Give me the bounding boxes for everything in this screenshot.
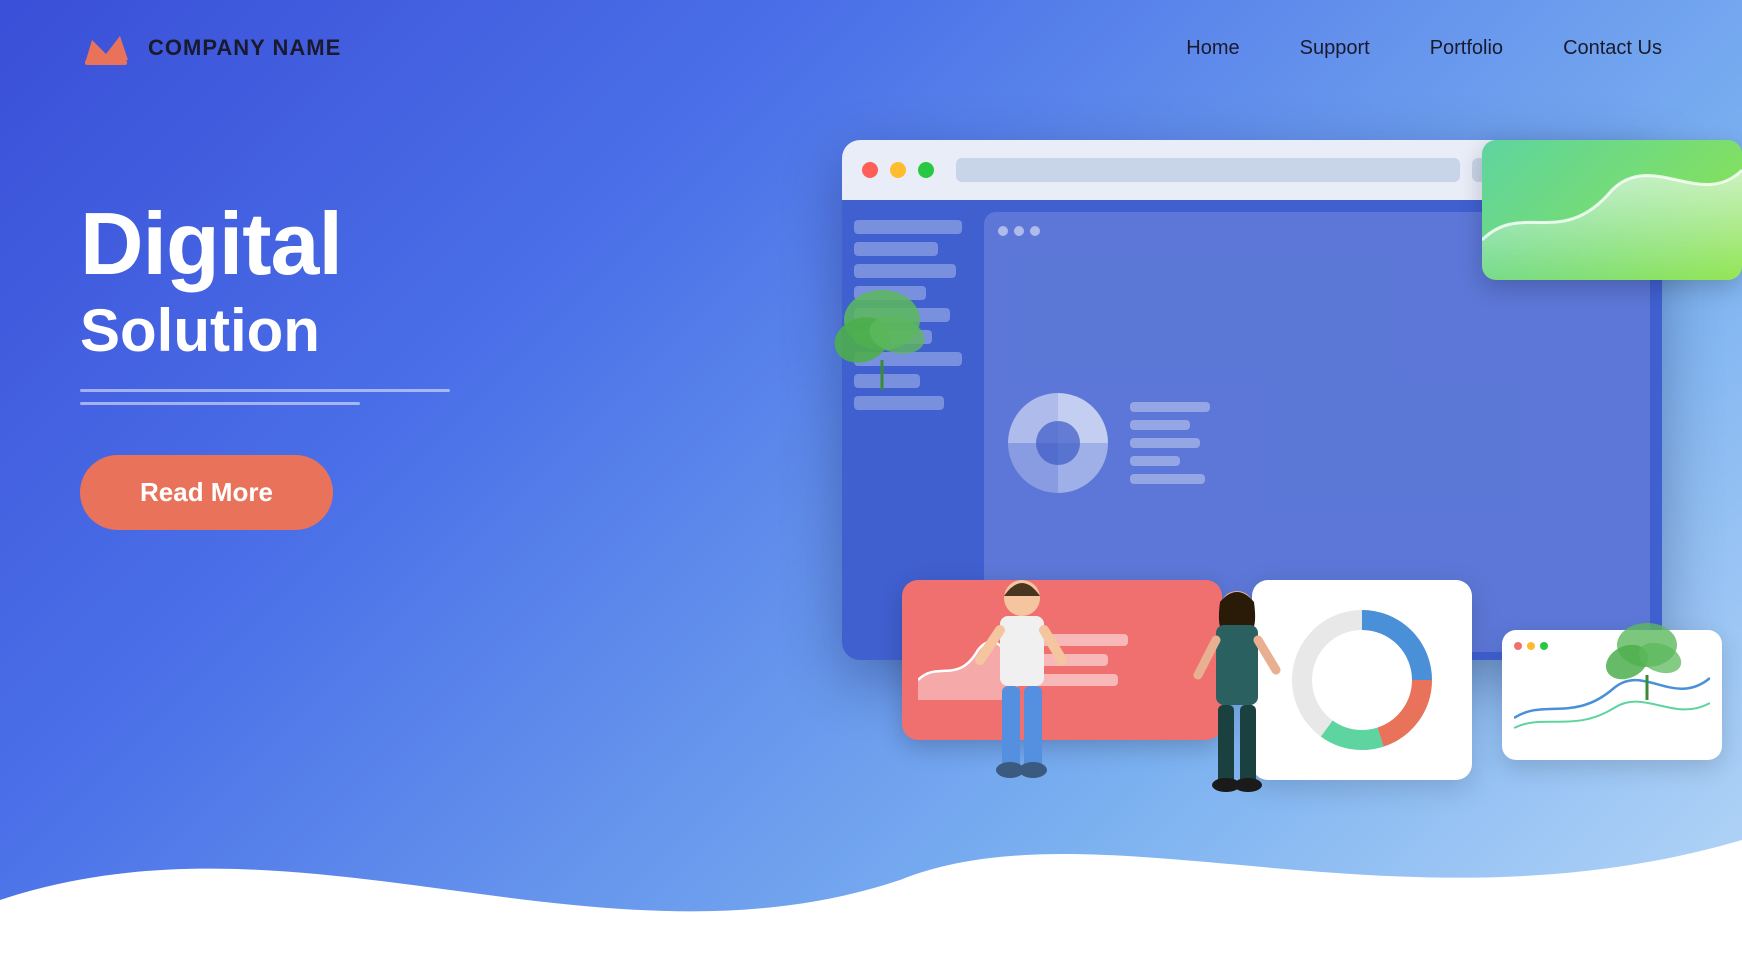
hero-dividers: [80, 389, 450, 405]
divider-long: [80, 389, 450, 392]
browser-dot-yellow: [890, 162, 906, 178]
legend-bar-1: [1130, 402, 1210, 412]
read-more-button[interactable]: Read More: [80, 455, 333, 530]
divider-short: [80, 402, 360, 405]
sidebar-bar-2: [854, 242, 938, 256]
chart-dot-3: [1030, 226, 1040, 236]
chart-legend: [1130, 402, 1210, 484]
plant-left-icon: [832, 280, 932, 390]
nav-links: Home Support Portfolio Contact Us: [1186, 37, 1662, 60]
area-chart-panel: [1482, 140, 1742, 280]
line-card-dot-3: [1540, 642, 1548, 650]
person-left-figure: [972, 570, 1072, 800]
sidebar-bar-3: [854, 264, 956, 278]
person-right-figure: [1192, 580, 1282, 810]
chart-dot-1: [998, 226, 1008, 236]
browser-address-bar: [956, 158, 1460, 182]
line-card-dot-2: [1527, 642, 1535, 650]
legend-bar-5: [1130, 474, 1205, 484]
browser-dot-red: [862, 162, 878, 178]
chart-dot-2: [1014, 226, 1024, 236]
legend-bar-3: [1130, 438, 1200, 448]
sidebar-bar-1: [854, 220, 962, 234]
hero-title-main: Digital: [80, 200, 450, 288]
browser-dot-green: [918, 162, 934, 178]
navbar: COMPANY NAME Home Support Portfolio Cont…: [0, 0, 1742, 96]
pie-chart-svg: [998, 383, 1118, 503]
nav-support[interactable]: Support: [1300, 37, 1370, 60]
line-card-dot-1: [1514, 642, 1522, 650]
hero-title-sub: Solution: [80, 296, 450, 365]
legend-bar-2: [1130, 420, 1190, 430]
legend-bar-4: [1130, 456, 1180, 466]
logo-area: COMPANY NAME: [80, 28, 341, 68]
plant-right-icon: [1602, 610, 1692, 700]
hero-illustration: [802, 80, 1702, 820]
area-chart-svg: [1482, 140, 1742, 280]
nav-portfolio[interactable]: Portfolio: [1430, 37, 1503, 60]
nav-home[interactable]: Home: [1186, 37, 1239, 60]
donut-chart-svg: [1282, 600, 1442, 760]
nav-contact[interactable]: Contact Us: [1563, 37, 1662, 60]
hero-section: COMPANY NAME Home Support Portfolio Cont…: [0, 0, 1742, 980]
hero-content: Digital Solution Read More: [80, 200, 450, 530]
donut-card: [1252, 580, 1472, 780]
sidebar-bar-9: [854, 396, 944, 410]
crown-icon: [80, 28, 132, 68]
company-name: COMPANY NAME: [148, 35, 341, 61]
